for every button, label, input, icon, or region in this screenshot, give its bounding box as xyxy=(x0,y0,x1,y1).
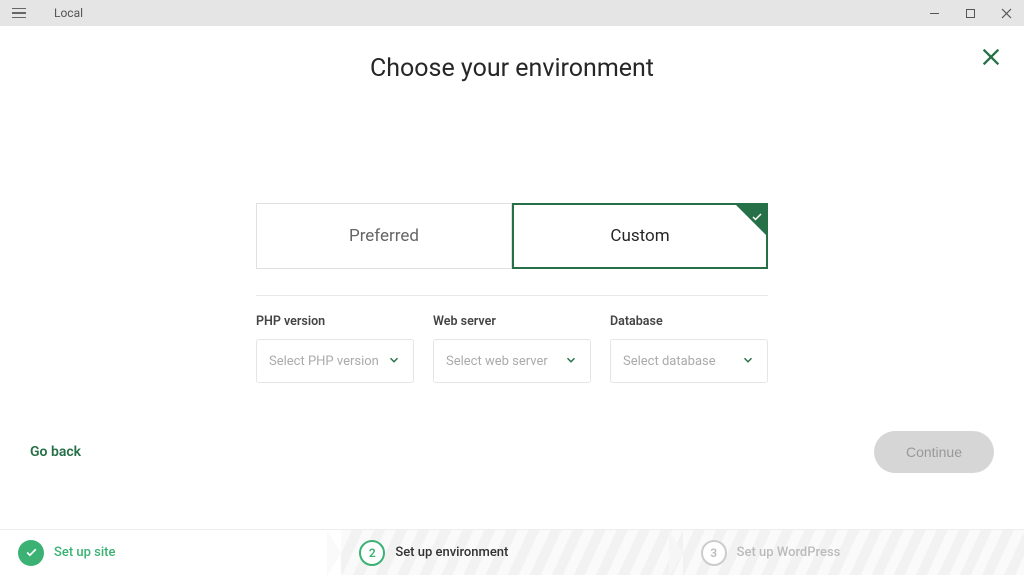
step-label: Set up site xyxy=(54,545,115,560)
database-group: Database Select database xyxy=(610,314,768,383)
database-select[interactable]: Select database xyxy=(610,339,768,383)
option-preferred-label: Preferred xyxy=(349,226,419,246)
check-icon xyxy=(751,208,763,228)
close-dialog-button[interactable] xyxy=(980,46,1002,72)
step-label: Set up WordPress xyxy=(737,545,841,560)
divider xyxy=(256,295,768,296)
php-version-group: PHP version Select PHP version xyxy=(256,314,414,383)
database-placeholder: Select database xyxy=(623,354,716,369)
database-label: Database xyxy=(610,314,768,329)
step-label: Set up environment xyxy=(395,545,508,560)
go-back-link[interactable]: Go back xyxy=(30,444,81,460)
step-setup-environment: 2 Set up environment xyxy=(341,530,682,575)
stepper: Set up site 2 Set up environment 3 Set u… xyxy=(0,529,1024,575)
titlebar: Local xyxy=(0,0,1024,26)
php-version-label: PHP version xyxy=(256,314,414,329)
option-preferred[interactable]: Preferred xyxy=(256,203,512,269)
step-active-circle: 2 xyxy=(359,540,385,566)
option-custom[interactable]: Custom xyxy=(512,203,768,269)
hamburger-menu-icon[interactable] xyxy=(8,4,30,23)
footer-actions: Go back Continue xyxy=(0,431,1024,473)
main-content: Choose your environment Preferred Custom… xyxy=(0,26,1024,529)
custom-settings: PHP version Select PHP version Web serve… xyxy=(256,314,768,383)
chevron-down-icon xyxy=(564,352,578,371)
chevron-down-icon xyxy=(741,352,755,371)
page-title: Choose your environment xyxy=(370,54,654,83)
continue-button[interactable]: Continue xyxy=(874,431,994,473)
php-version-placeholder: Select PHP version xyxy=(269,354,379,369)
step-setup-site: Set up site xyxy=(0,530,341,575)
web-server-label: Web server xyxy=(433,314,591,329)
web-server-select[interactable]: Select web server xyxy=(433,339,591,383)
window-close-button[interactable] xyxy=(988,0,1024,26)
window-minimize-button[interactable] xyxy=(916,0,952,26)
step-done-circle xyxy=(18,540,44,566)
php-version-select[interactable]: Select PHP version xyxy=(256,339,414,383)
step-pending-circle: 3 xyxy=(701,540,727,566)
window-maximize-button[interactable] xyxy=(952,0,988,26)
option-custom-label: Custom xyxy=(610,226,669,246)
step-arrow xyxy=(327,530,341,576)
environment-options: Preferred Custom xyxy=(256,203,768,269)
web-server-group: Web server Select web server xyxy=(433,314,591,383)
app-title: Local xyxy=(54,6,83,20)
chevron-down-icon xyxy=(387,352,401,371)
web-server-placeholder: Select web server xyxy=(446,354,548,369)
window-controls xyxy=(916,0,1024,26)
step-arrow xyxy=(669,530,683,576)
step-setup-wordpress: 3 Set up WordPress xyxy=(683,530,1024,575)
